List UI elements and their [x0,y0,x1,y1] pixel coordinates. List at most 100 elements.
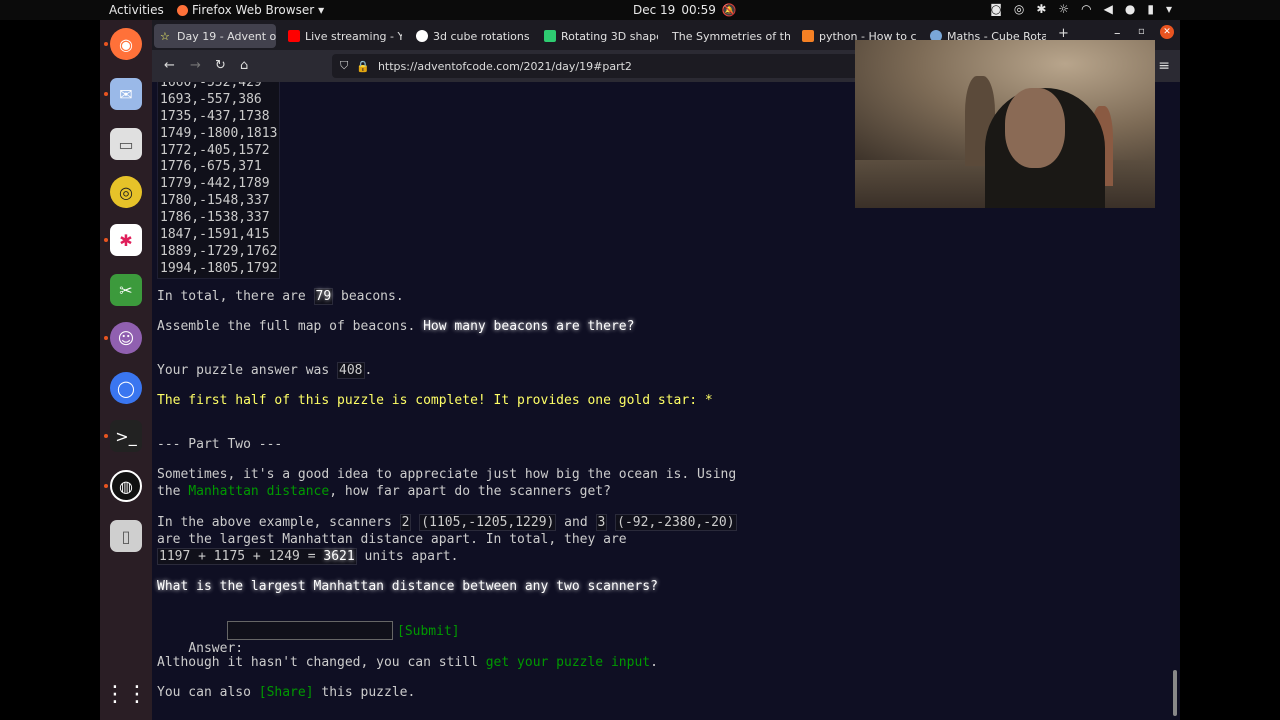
beacon-coordinate: 1660,-552,429 [160,82,262,90]
forward-icon[interactable]: → [190,58,201,73]
shield-icon: ⛉ [340,59,349,72]
text: In total, there are [157,289,314,304]
obs-tray-icon: ◎ [1013,2,1025,16]
scissors-app-icon[interactable]: ✂ [110,274,142,306]
show-apps-icon[interactable]: ⋮⋮ [104,678,148,710]
wifi-icon: ◠ [1081,2,1092,16]
minimize-icon[interactable]: – [1114,26,1121,41]
puzzle-answer-text: Your puzzle answer was 408. [157,362,372,379]
pidgin-icon[interactable]: ☺ [110,322,142,354]
distance-sum: 1197 + 1175 + 1249 = 3621 [157,548,357,565]
hamburger-menu-icon[interactable]: ≡ [1158,58,1170,74]
beacon-coordinate: 1772,-405,1572 [160,142,270,158]
files-icon[interactable]: ▭ [110,128,142,160]
obs-icon[interactable]: ◍ [110,470,142,502]
tab-label: Day 19 - Advent of [177,29,276,43]
share-link[interactable]: [Share] [259,685,314,700]
close-window-icon[interactable]: ✕ [1160,25,1174,39]
beacon-coordinate: 1780,-1548,337 [160,193,270,209]
example-line3: 1197 + 1175 + 1249 = 3621 units apart. [157,548,458,565]
running-indicator [104,484,108,488]
share-text: You can also [Share] this puzzle. [157,684,415,701]
running-indicator [104,42,108,46]
tab-label: 3d cube rotations [433,29,530,43]
tab-live-streaming[interactable]: Live streaming - Yo ✕ [282,24,402,48]
puzzle-input-text: Although it hasn't changed, you can stil… [157,654,658,671]
home-icon[interactable]: ⌂ [240,58,248,73]
slack-tray-icon: ✱ [1036,2,1047,16]
assemble-question: How many beacons are there? [423,319,635,334]
firefox-icon[interactable]: ◉ [110,28,142,60]
activities-button[interactable]: Activities [109,3,164,17]
scanner-id: 2 [399,514,412,531]
clock-time: 00:59 [681,3,716,17]
usb-drive-icon[interactable]: ▯ [110,520,142,552]
part-two-question: What is the largest Manhattan distance b… [157,579,658,594]
manhattan-distance-link[interactable]: Manhattan distance [188,484,329,499]
assemble-text: Assemble the full map of beacons. How ma… [157,318,634,335]
part-two-heading: --- Part Two --- [157,437,283,452]
example-line2: are the largest Manhattan distance apart… [157,532,627,547]
tab-label: The Symmetries of th [672,29,790,43]
first-half-complete: The first half of this puzzle is complet… [157,393,713,408]
text: beacons. [333,289,404,304]
clock-date: Dec 19 [633,3,676,17]
url-bar[interactable]: ⛉ 🔒 https://adventofcode.com/2021/day/19… [332,54,862,78]
stackoverflow-icon [802,30,814,42]
lock-icon: 🔒 [356,59,370,73]
reload-icon[interactable]: ↻ [215,58,226,73]
text: this puzzle. [313,685,416,700]
tab-symmetries[interactable]: The Symmetries of th ✕ [666,24,790,48]
beacon-coordinate: 1693,-557,386 [160,91,262,107]
beacon-coordinate: 1779,-442,1789 [160,176,270,192]
beacon-coordinate: 1776,-675,371 [160,159,262,175]
running-indicator [104,336,108,340]
tab-rotating-3d-shape[interactable]: Rotating 3D shape ✕ [538,24,658,48]
part-two-intro-line1: Sometimes, it's a good idea to appreciat… [157,467,737,482]
distance-result: 3621 [323,549,355,564]
text: Assemble the full map of beacons. [157,319,424,334]
system-tray[interactable]: ◙ ◎ ✱ ☼ ◠ ◀ ● ▮ ▾ [990,2,1172,16]
text: . [650,655,658,670]
beacon-coordinate: 1786,-1538,337 [160,210,270,226]
text: Your puzzle answer was [157,363,338,378]
total-beacons-text: In total, there are 79 beacons. [157,288,404,305]
text: units apart. [356,549,459,564]
chevron-down-icon: ▾ [318,3,325,17]
text: and [556,515,596,530]
back-icon[interactable]: ← [164,58,175,73]
tab-day19[interactable]: ☆ Day 19 - Advent of ✕ [154,24,276,48]
microphone-icon: ● [1124,2,1136,16]
brightness-icon: ☼ [1058,2,1070,16]
answer-input[interactable] [227,621,393,640]
scrollbar[interactable] [1173,670,1177,716]
scanner-id: 3 [595,514,608,531]
new-tab-icon[interactable]: + [1058,26,1069,41]
tab-label: Live streaming - Yo [305,29,402,43]
maximize-icon[interactable]: ▫ [1138,26,1145,37]
clock[interactable]: Dec 19 00:59 🔕 [633,3,737,17]
scanner-coords: (-92,-2380,-20) [615,514,737,531]
messages-icon[interactable]: ✉ [110,78,142,110]
terminal-icon[interactable]: >_ [110,420,142,452]
tab-3d-cube-rotations[interactable]: 3d cube rotations ✕ [410,24,530,48]
tab-label: Rotating 3D shape [561,29,658,43]
app-menu[interactable]: Firefox Web Browser ▾ [177,3,324,17]
puzzle-answer-value: 408 [337,362,365,379]
shield-icon [544,30,556,42]
part-two-intro-line2: the Manhattan distance, how far apart do… [157,483,611,500]
rhythmbox-icon[interactable]: ◎ [110,176,142,208]
signal-icon[interactable]: ◯ [110,372,142,404]
text: Although it hasn't changed, you can stil… [157,655,486,670]
submit-button[interactable]: [Submit] [397,623,460,640]
beacon-coordinate: 1994,-1805,1792 [160,260,278,276]
puzzle-input-link[interactable]: get your puzzle input [486,655,650,670]
running-indicator [104,238,108,242]
webcam-overlay [855,40,1155,208]
firefox-icon [177,4,188,16]
text: 1197 + 1175 + 1249 = [159,549,324,564]
slack-icon[interactable]: ✱ [110,224,142,256]
beacon-coordinate: 1889,-1729,1762 [160,243,278,259]
dock: ◉ ✉ ▭ ◎ ✱ ✂ ☺ ◯ >_ ◍ ▯ ⋮⋮ [100,20,152,720]
battery-icon: ▮ [1147,2,1154,16]
